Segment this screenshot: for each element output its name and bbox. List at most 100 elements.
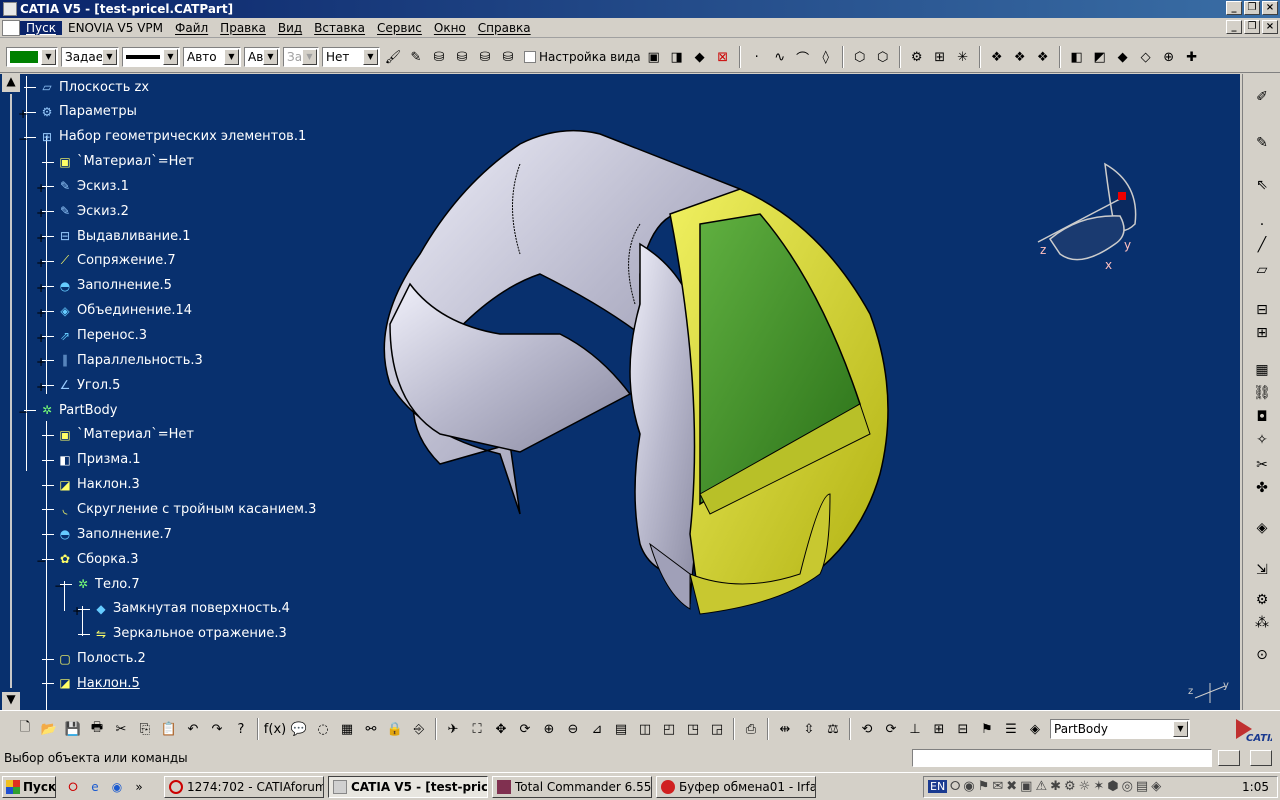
doc-close-button[interactable]: × [1262,20,1278,34]
capture-icon[interactable]: ⎙ [740,718,762,740]
surface-icon[interactable]: ◊ [816,47,836,67]
table-icon[interactable]: ▦ [336,718,358,740]
parameter-icon[interactable]: ◌ [312,718,334,740]
expand-icon[interactable]: + [36,355,46,369]
pattern-tool-icon[interactable]: ⁂ [1251,612,1273,634]
restore-button[interactable]: ❐ [1244,1,1260,15]
grid-icon[interactable]: ⊞ [930,47,950,67]
lock-icon[interactable]: 🔒 [384,718,406,740]
expand-icon[interactable]: + [36,306,46,320]
iso-view-icon[interactable]: ◫ [634,718,656,740]
hide-show-icon[interactable]: ◰ [658,718,680,740]
reaction-icon[interactable]: ❖ [1033,47,1053,67]
tree-node[interactable]: ✎ Эскиз.2 [56,200,129,222]
tree-node[interactable]: ▣ `Материал`=Нет [56,424,194,446]
update-icon[interactable]: ⟲ [856,718,878,740]
normal-view-icon[interactable]: ⊿ [586,718,608,740]
command-input[interactable] [912,749,1212,767]
expand-icon[interactable]: + [72,604,82,618]
menu-enovia[interactable]: ENOVIA V5 VPM [62,21,169,35]
open-icon[interactable]: 📂 [38,718,60,740]
tree-node[interactable]: ✲ PartBody [38,399,118,421]
tree-node[interactable]: ∥ Параллельность.3 [56,349,203,371]
collapse-icon[interactable]: − [54,579,64,593]
pan-icon[interactable]: ✥ [490,718,512,740]
sweep-tool-icon[interactable]: ⛓ [1251,382,1273,404]
measure-item-icon[interactable]: ⇳ [798,718,820,740]
expand-icon[interactable]: + [36,331,46,345]
paste-icon[interactable]: 📋 [158,718,180,740]
cylinder-gray2-icon[interactable]: ⛁ [475,47,495,67]
rule-icon[interactable]: ⎆ [408,718,430,740]
menu-edit[interactable]: Правка [214,21,272,35]
expand-icon[interactable]: + [36,380,46,394]
redo-icon[interactable]: ↷ [206,718,228,740]
more-icon[interactable]: » [130,778,148,796]
tree-node[interactable]: ◓ Заполнение.7 [56,523,172,545]
3d-viewport[interactable]: ▲ ▼ z y x z y ▱ Плоскость zx + ⚙ Парамет… [0,74,1240,710]
formula-icon[interactable]: f(x) [264,718,286,740]
extrude-tool-icon[interactable]: ⊟ [1251,299,1273,321]
body-op2-icon[interactable]: ⬡ [873,47,893,67]
compass-widget[interactable]: z y x [1020,154,1160,284]
tree-node[interactable]: ✎ Эскиз.1 [56,175,129,197]
tree-node[interactable]: ⊞ Набор геометрических элементов.1 [38,126,306,148]
painter-icon[interactable]: 🖌 [383,47,403,67]
cut-icon[interactable]: ✂ [110,718,132,740]
multi-view-icon[interactable]: ▤ [610,718,632,740]
catia-app-icon[interactable] [3,2,17,16]
task-totalcommander[interactable]: Total Commander 6.55 - ... [492,776,652,798]
tree-node[interactable]: ⟋ Сопряжение.7 [56,250,176,272]
chevron-down-icon[interactable]: ▼ [163,49,178,65]
transparency-combo[interactable]: Задает ▼ [61,47,119,67]
tree-node[interactable]: ◪ Наклон.5 [56,672,139,694]
task-irfanview[interactable]: Буфер обмена01 - Irfan... [656,776,816,798]
rotate-icon[interactable]: ⟳ [514,718,536,740]
constraint-icon[interactable]: ⊞ [928,718,950,740]
status-button-2[interactable] [1250,750,1272,766]
shading-edges-icon[interactable]: ◨ [667,47,687,67]
constraint2-icon[interactable]: ⊟ [952,718,974,740]
thickness-combo[interactable]: Авто ▼ [183,47,241,67]
pocket-tool-icon[interactable]: ◩ [1090,47,1110,67]
shaft-tool-icon[interactable]: ◆ [1113,47,1133,67]
cylinder-blue-icon[interactable]: ⛁ [429,47,449,67]
properties-icon[interactable]: ✎ [406,47,426,67]
plane-tool-icon[interactable]: ▱ [1251,259,1273,281]
opera-icon[interactable]: ⭘ [64,778,82,796]
print-icon[interactable]: 🖶 [86,718,108,740]
chevron-down-icon[interactable]: ▼ [224,49,239,65]
analysis-icon[interactable]: ⚙ [907,47,927,67]
cylinder-green-icon[interactable]: ⛁ [498,47,518,67]
point-combo[interactable]: Авт ▼ [244,47,280,67]
doc-restore-button[interactable]: ❐ [1244,20,1260,34]
tree-node[interactable]: ⇗ Перенос.3 [56,325,147,347]
rib-tool-icon[interactable]: ✚ [1182,47,1202,67]
new-icon[interactable]: 🗋 [14,718,36,740]
zoom-in-icon[interactable]: ⊕ [538,718,560,740]
robot-icon[interactable]: ✳ [953,47,973,67]
expand-icon[interactable]: + [36,181,46,195]
hole-tool-icon[interactable]: ⊕ [1159,47,1179,67]
fill-tool-icon[interactable]: ◘ [1251,406,1273,428]
ie-icon[interactable]: e [86,778,104,796]
expand-icon[interactable]: + [36,256,46,270]
shading-cube-icon[interactable]: ◆ [690,47,710,67]
undo-icon[interactable]: ↶ [182,718,204,740]
collapse-icon[interactable]: − [18,132,28,146]
catalog-icon[interactable]: ❖ [987,47,1007,67]
zoom-out-icon[interactable]: ⊖ [562,718,584,740]
whats-this-icon[interactable]: ? [230,718,252,740]
tree-node[interactable]: ◪ Наклон.3 [56,474,139,496]
join-tool-icon[interactable]: ✤ [1251,477,1273,499]
body-icon[interactable]: ◈ [1024,718,1046,740]
shading-icon[interactable]: ▣ [644,47,664,67]
comment-icon[interactable]: 💬 [288,718,310,740]
curve-icon[interactable]: ⌒ [793,47,813,67]
task-catiaforum[interactable]: 1274:702 - CATIAforum.... [164,776,324,798]
knowledge-icon[interactable]: ❖ [1010,47,1030,67]
save-icon[interactable]: 💾 [62,718,84,740]
tree-node[interactable]: ✲ Тело.7 [74,573,140,595]
current-body-combo[interactable]: PartBody ▼ [1050,719,1190,739]
task-catia[interactable]: CATIA V5 - [test-pric... [328,776,488,798]
